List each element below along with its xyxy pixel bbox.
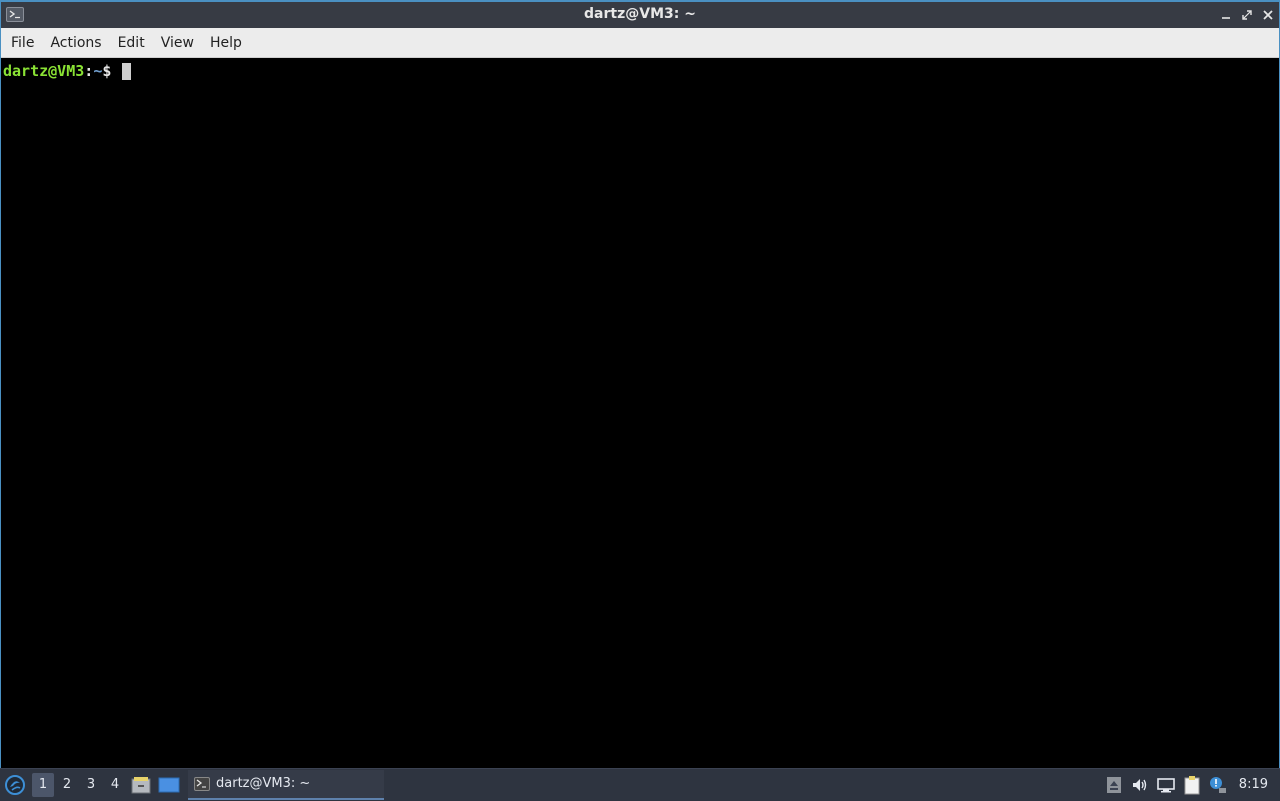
menu-actions[interactable]: Actions xyxy=(42,28,109,58)
file-manager-icon xyxy=(131,776,151,793)
desktop-2-button[interactable]: 2 xyxy=(56,773,78,797)
desktop-1-button[interactable]: 1 xyxy=(32,772,54,797)
menu-help[interactable]: Help xyxy=(202,28,250,58)
system-tray: 8:19 xyxy=(1101,769,1280,801)
clipboard-icon[interactable] xyxy=(1179,771,1205,799)
terminal-area[interactable]: dartz@VM3: ~ $ xyxy=(1,58,1279,768)
prompt-path: ~ xyxy=(93,62,103,80)
show-desktop-button[interactable] xyxy=(156,771,182,799)
menubar: File Actions Edit View Help xyxy=(1,28,1279,58)
start-menu-button[interactable] xyxy=(0,770,30,800)
eject-icon[interactable] xyxy=(1101,771,1127,799)
desktop-4-button[interactable]: 4 xyxy=(104,773,126,797)
terminal-window: dartz@VM3: ~ File Actions Edit View Help… xyxy=(0,0,1280,768)
network-icon[interactable] xyxy=(1153,771,1179,799)
terminal-cursor xyxy=(122,62,132,80)
file-manager-launcher[interactable] xyxy=(128,771,154,799)
maximize-button[interactable] xyxy=(1238,6,1256,24)
menu-file[interactable]: File xyxy=(3,28,42,58)
menu-edit[interactable]: Edit xyxy=(110,28,153,58)
prompt-dollar: $ xyxy=(102,62,112,80)
minimize-button[interactable] xyxy=(1217,6,1235,24)
update-notifier-icon[interactable] xyxy=(1205,771,1231,799)
terminal-task-icon xyxy=(194,776,210,791)
prompt-user-host: dartz@VM3 xyxy=(3,62,85,80)
volume-icon[interactable] xyxy=(1127,771,1153,799)
prompt-line: dartz@VM3: ~ $ xyxy=(3,61,1277,81)
window-titlebar[interactable]: dartz@VM3: ~ xyxy=(1,2,1279,28)
window-title: dartz@VM3: ~ xyxy=(584,6,696,22)
taskbar-task-label: dartz@VM3: ~ xyxy=(216,776,311,791)
prompt-colon: : xyxy=(84,62,94,80)
taskbar-terminal-task[interactable]: dartz@VM3: ~ xyxy=(188,769,384,800)
clock[interactable]: 8:19 xyxy=(1231,777,1280,792)
lubuntu-logo-icon xyxy=(5,774,25,795)
desktop-3-button[interactable]: 3 xyxy=(80,773,102,797)
close-button[interactable] xyxy=(1259,6,1277,24)
taskbar: 1 2 3 4 dartz@VM3: ~ 8:19 xyxy=(0,768,1280,800)
desktop-icon xyxy=(158,777,180,792)
menu-view[interactable]: View xyxy=(153,28,202,58)
